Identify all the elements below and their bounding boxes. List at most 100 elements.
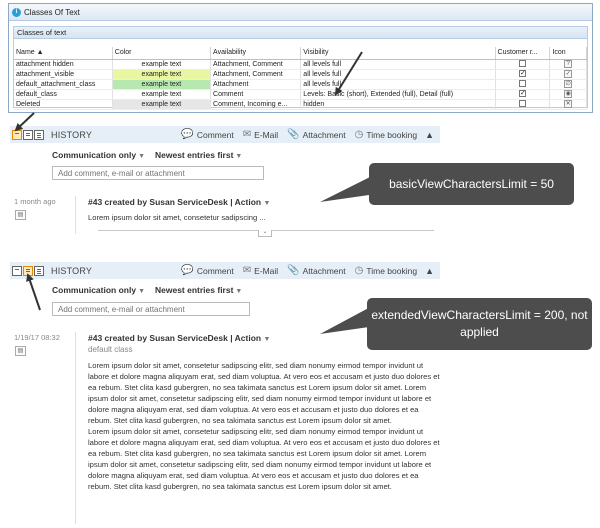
cell-icon: ✕ (549, 99, 587, 110)
class-icon: ✕ (564, 99, 573, 108)
cell-name: default_attachment_class (14, 79, 113, 90)
chevron-down-icon: ▼ (235, 153, 243, 160)
column-header-availability[interactable]: Availability (210, 47, 302, 60)
chevron-up-icon[interactable]: ▲ (425, 130, 434, 140)
cell-color-sample: example text (112, 89, 212, 100)
comment-type-icon: ▤ (15, 210, 26, 220)
detail-view-toggle[interactable] (34, 265, 44, 276)
attachment-label: Attachment (302, 265, 346, 276)
communication-filter-label: Communication only (52, 150, 137, 160)
basic-view-toggle[interactable] (12, 129, 22, 140)
basic-view-toggle[interactable] (12, 265, 22, 276)
cell-customer-readable: ✓ (495, 69, 551, 80)
extended-view-toggle[interactable] (23, 265, 33, 276)
column-header-name[interactable]: Name ▲ (14, 47, 113, 60)
entry-date: 1/19/17 08:32 (14, 333, 60, 342)
cell-name: attachment_visible (14, 69, 113, 80)
attachment-button[interactable]: 📎 Attachment (287, 129, 345, 140)
paperclip-icon: 📎 (287, 129, 300, 140)
view-toggle-group (12, 129, 45, 140)
entry-title[interactable]: #43 created by Susan ServiceDesk | Actio… (88, 333, 270, 343)
column-header-icon[interactable]: Icon (549, 47, 587, 60)
history-filters-extended: Communication only ▼ Newest entries first… (52, 285, 252, 295)
app-info-icon: i (12, 7, 21, 17)
communication-filter-label: Communication only (52, 285, 137, 295)
chevron-down-icon: ▼ (138, 153, 145, 160)
history-bar-basic: HISTORY 💬 Comment ✉ E-Mail 📎 Attachment ◷ Ti… (10, 126, 440, 143)
chevron-down-icon: ▼ (263, 200, 271, 207)
email-button[interactable]: ✉ E-Mail (243, 265, 278, 276)
time-booking-button[interactable]: ◷ Time booking (355, 265, 417, 276)
cell-availability: Comment (210, 89, 302, 100)
column-header-visibility[interactable]: Visibility (300, 47, 496, 60)
classes-table: Name ▲ Color Availability Visibility Cus… (14, 47, 587, 110)
cell-visibility: all levels full (300, 59, 496, 70)
classes-of-text-panel: Classes of text Name ▲ Color Availabilit… (13, 26, 588, 110)
extended-view-toggle[interactable] (23, 129, 33, 140)
email-label: E-Mail (254, 265, 279, 276)
comment-label: Comment (196, 265, 234, 276)
entry-date: 1 month ago (14, 197, 56, 206)
attachment-button[interactable]: 📎 Attachment (287, 265, 345, 276)
entry-divider (75, 196, 76, 234)
add-comment-input[interactable] (52, 302, 250, 316)
table-header-row: Name ▲ Color Availability Visibility Cus… (14, 47, 587, 60)
history-filters-basic: Communication only ▼ Newest entries first… (52, 150, 252, 160)
comment-label: Comment (196, 129, 234, 140)
comment-type-icon: ▤ (15, 346, 26, 356)
chevron-up-icon[interactable]: ▲ (425, 266, 434, 276)
customer-readable-checkbox[interactable] (518, 80, 526, 88)
customer-readable-checkbox[interactable]: ✓ (518, 90, 526, 98)
window-title: Classes Of Text (24, 7, 80, 17)
envelope-icon: ✉ (242, 265, 252, 276)
paperclip-icon: 📎 (287, 265, 300, 276)
cell-color-sample: example text (112, 69, 212, 80)
sort-order-dropdown[interactable]: Newest entries first ▼ (155, 285, 242, 295)
cell-icon: ? (549, 59, 587, 70)
cell-visibility: all levels full (300, 69, 496, 80)
history-label: HISTORY (51, 265, 93, 276)
panel-title: Classes of text (14, 27, 587, 39)
add-comment-input[interactable] (52, 166, 264, 180)
column-header-customer[interactable]: Customer r... (495, 47, 551, 60)
comment-button[interactable]: 💬 Comment (181, 265, 233, 276)
table-row[interactable]: default_attachment_class example text Atta… (14, 79, 587, 90)
communication-filter-dropdown[interactable]: Communication only ▼ (52, 150, 145, 160)
classes-of-text-window: i Classes Of Text Classes of text Name ▲… (8, 3, 593, 113)
email-label: E-Mail (254, 129, 279, 140)
cell-visibility: Levels: Basic (short), Extended (full), … (300, 89, 496, 100)
entry-title[interactable]: #43 created by Susan ServiceDesk | Actio… (88, 197, 270, 207)
time-booking-button[interactable]: ◷ Time booking (355, 129, 417, 140)
table-row[interactable]: default_class example text Comment Levels: … (14, 89, 587, 100)
customer-readable-checkbox[interactable] (518, 60, 526, 68)
class-icon: ◉ (564, 89, 573, 98)
customer-readable-checkbox[interactable] (518, 100, 526, 108)
expand-entry-button[interactable]: ⌄ (258, 229, 272, 237)
entry-divider (75, 332, 76, 524)
email-button[interactable]: ✉ E-Mail (243, 129, 278, 140)
cell-visibility: hidden (300, 99, 496, 110)
cell-name: Deleted (14, 99, 113, 110)
cell-customer-readable: ✓ (495, 89, 551, 100)
comment-button[interactable]: 💬 Comment (181, 129, 233, 140)
sort-order-label: Newest entries first (155, 150, 234, 160)
arrow-to-extended-toggle (26, 273, 41, 311)
cell-icon: ✓ (549, 69, 587, 80)
detail-view-toggle[interactable] (34, 129, 44, 140)
sort-order-dropdown[interactable]: Newest entries first ▼ (155, 150, 242, 160)
table-row[interactable]: Deleted example text Comment, Incoming e..… (14, 99, 587, 110)
entry-full-text: Lorem ipsum dolor sit amet, consetetur s… (88, 360, 440, 492)
column-header-color[interactable]: Color (112, 47, 212, 60)
view-toggle-group (12, 265, 45, 276)
cell-availability: Attachment, Comment (210, 69, 302, 80)
communication-filter-dropdown[interactable]: Communication only ▼ (52, 285, 145, 295)
table-row[interactable]: attachment hidden example text Attachment,… (14, 59, 587, 70)
speech-bubble-icon: 💬 (181, 265, 194, 276)
cell-availability: Attachment, Comment (210, 59, 302, 70)
entry-title-text: #43 created by Susan ServiceDesk | Actio… (88, 333, 262, 343)
history-bar-extended: HISTORY 💬 Comment ✉ E-Mail 📎 Attachment ◷ Ti… (10, 262, 440, 279)
envelope-icon: ✉ (242, 129, 252, 140)
table-row[interactable]: attachment_visible example text Attachment… (14, 69, 587, 80)
customer-readable-checkbox[interactable]: ✓ (518, 70, 526, 78)
time-booking-label: Time booking (366, 129, 418, 140)
